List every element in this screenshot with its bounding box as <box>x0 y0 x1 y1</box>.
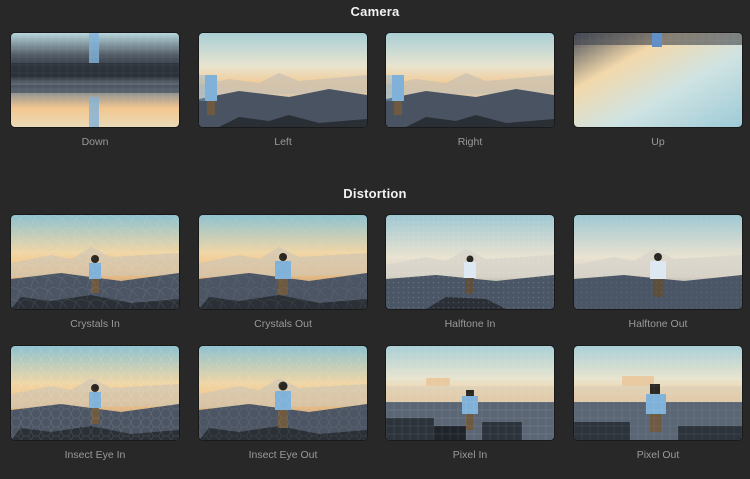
section-title-camera: Camera <box>350 4 400 19</box>
thumbnail-pixel-out <box>574 346 742 440</box>
transition-tile-down[interactable]: Down <box>11 33 179 148</box>
thumbnail-crystals-in <box>11 215 179 309</box>
thumbnail-halftone-in <box>386 215 554 309</box>
thumbnail-insect-eye-in <box>11 346 179 440</box>
transition-tile-pixel-out[interactable]: Pixel Out <box>574 346 742 461</box>
transition-tile-crystals-out[interactable]: Crystals Out <box>199 215 367 330</box>
transition-tile-right[interactable]: Right <box>386 33 554 148</box>
thumbnail-left <box>199 33 367 127</box>
transition-label: Up <box>651 136 665 148</box>
transition-label: Down <box>81 136 109 148</box>
transition-tile-halftone-out[interactable]: Halftone Out <box>574 215 742 330</box>
transition-tile-left[interactable]: Left <box>199 33 367 148</box>
transition-label: Crystals In <box>70 318 120 330</box>
transition-label: Right <box>457 136 483 148</box>
thumbnail-insect-eye-out <box>199 346 367 440</box>
thumbnail-down <box>11 33 179 127</box>
transition-label: Halftone In <box>444 318 496 330</box>
transition-label: Insect Eye Out <box>248 449 318 461</box>
thumbnail-pixel-in <box>386 346 554 440</box>
transition-tile-crystals-in[interactable]: Crystals In <box>11 215 179 330</box>
thumbnail-right <box>386 33 554 127</box>
transition-label: Insect Eye In <box>64 449 126 461</box>
transition-label: Halftone Out <box>628 318 688 330</box>
thumbnail-up <box>574 33 742 127</box>
transition-tile-up[interactable]: Up <box>574 33 742 148</box>
transition-tile-halftone-in[interactable]: Halftone In <box>386 215 554 330</box>
transition-tile-insect-eye-in[interactable]: Insect Eye In <box>11 346 179 461</box>
transition-label: Pixel Out <box>636 449 680 461</box>
transition-label: Left <box>274 136 292 148</box>
thumbnail-halftone-out <box>574 215 742 309</box>
thumbnail-crystals-out <box>199 215 367 309</box>
transition-tile-insect-eye-out[interactable]: Insect Eye Out <box>199 346 367 461</box>
transition-label: Pixel In <box>452 449 488 461</box>
transition-label: Crystals Out <box>254 318 312 330</box>
transition-tile-pixel-in[interactable]: Pixel In <box>386 346 554 461</box>
section-title-distortion: Distortion <box>343 186 407 201</box>
